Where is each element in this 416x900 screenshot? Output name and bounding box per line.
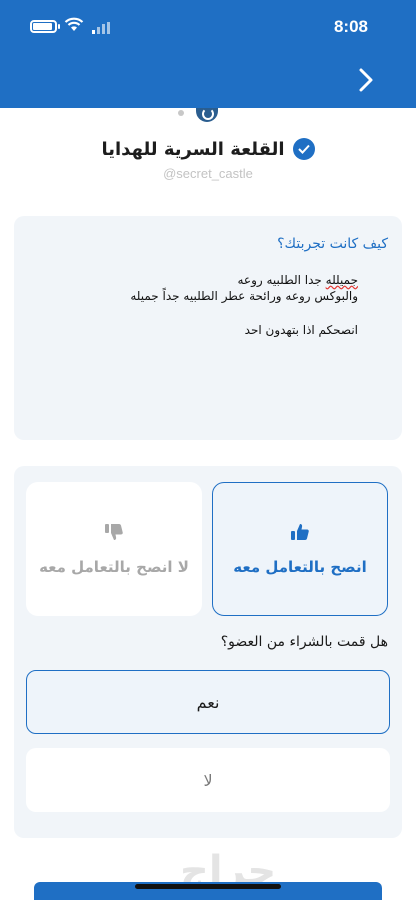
recommend-button[interactable]: انصح بالتعامل معه bbox=[212, 482, 388, 616]
wifi-icon bbox=[64, 17, 84, 31]
experience-line-2[interactable]: والبوكس روعه ورائحة عطر الطلبيه جداً جمي… bbox=[28, 288, 388, 304]
avatar-dot bbox=[178, 110, 184, 116]
seller-handle: @secret_castle bbox=[163, 166, 253, 181]
thumbs-up-icon bbox=[291, 524, 309, 540]
experience-card: كيف كانت تجربتك؟ جميلله جدا الطلبيه روعه… bbox=[14, 216, 402, 440]
status-bar: 8:08 bbox=[0, 0, 416, 50]
battery-icon bbox=[30, 20, 60, 33]
verified-check-icon bbox=[292, 138, 315, 160]
recommendation-section: انصح بالتعامل معه لا انصح بالتعامل معه ه… bbox=[14, 466, 402, 838]
chevron-right-icon[interactable] bbox=[358, 67, 374, 93]
purchase-no-button[interactable]: لا bbox=[26, 748, 390, 812]
experience-line-1-rest: جدا الطلبيه روعه bbox=[237, 273, 326, 287]
status-time: 8:08 bbox=[333, 17, 368, 36]
not-recommend-button[interactable]: لا انصح بالتعامل معه bbox=[26, 482, 202, 616]
signal-icon bbox=[92, 22, 110, 34]
nav-bar bbox=[0, 50, 416, 108]
not-recommend-label: لا انصح بالتعامل معه bbox=[39, 558, 189, 576]
home-indicator bbox=[135, 884, 281, 889]
purchase-yes-button[interactable]: نعم bbox=[26, 670, 390, 734]
misspelled-word: جميلله bbox=[325, 273, 358, 287]
purchase-question: هل قمت بالشراء من العضو؟ bbox=[220, 634, 388, 650]
avatar[interactable] bbox=[196, 108, 218, 122]
thumbs-down-icon bbox=[105, 524, 123, 540]
seller-header: القلعة السرية للهدايا bbox=[0, 138, 416, 160]
experience-line-1[interactable]: جميلله جدا الطلبيه روعه bbox=[28, 272, 388, 288]
recommend-label: انصح بالتعامل معه bbox=[233, 558, 367, 576]
seller-name[interactable]: القلعة السرية للهدايا bbox=[101, 139, 284, 160]
experience-line-3[interactable]: انصحكم اذا بتهدون احد bbox=[28, 322, 388, 338]
experience-question: كيف كانت تجربتك؟ bbox=[277, 236, 388, 252]
